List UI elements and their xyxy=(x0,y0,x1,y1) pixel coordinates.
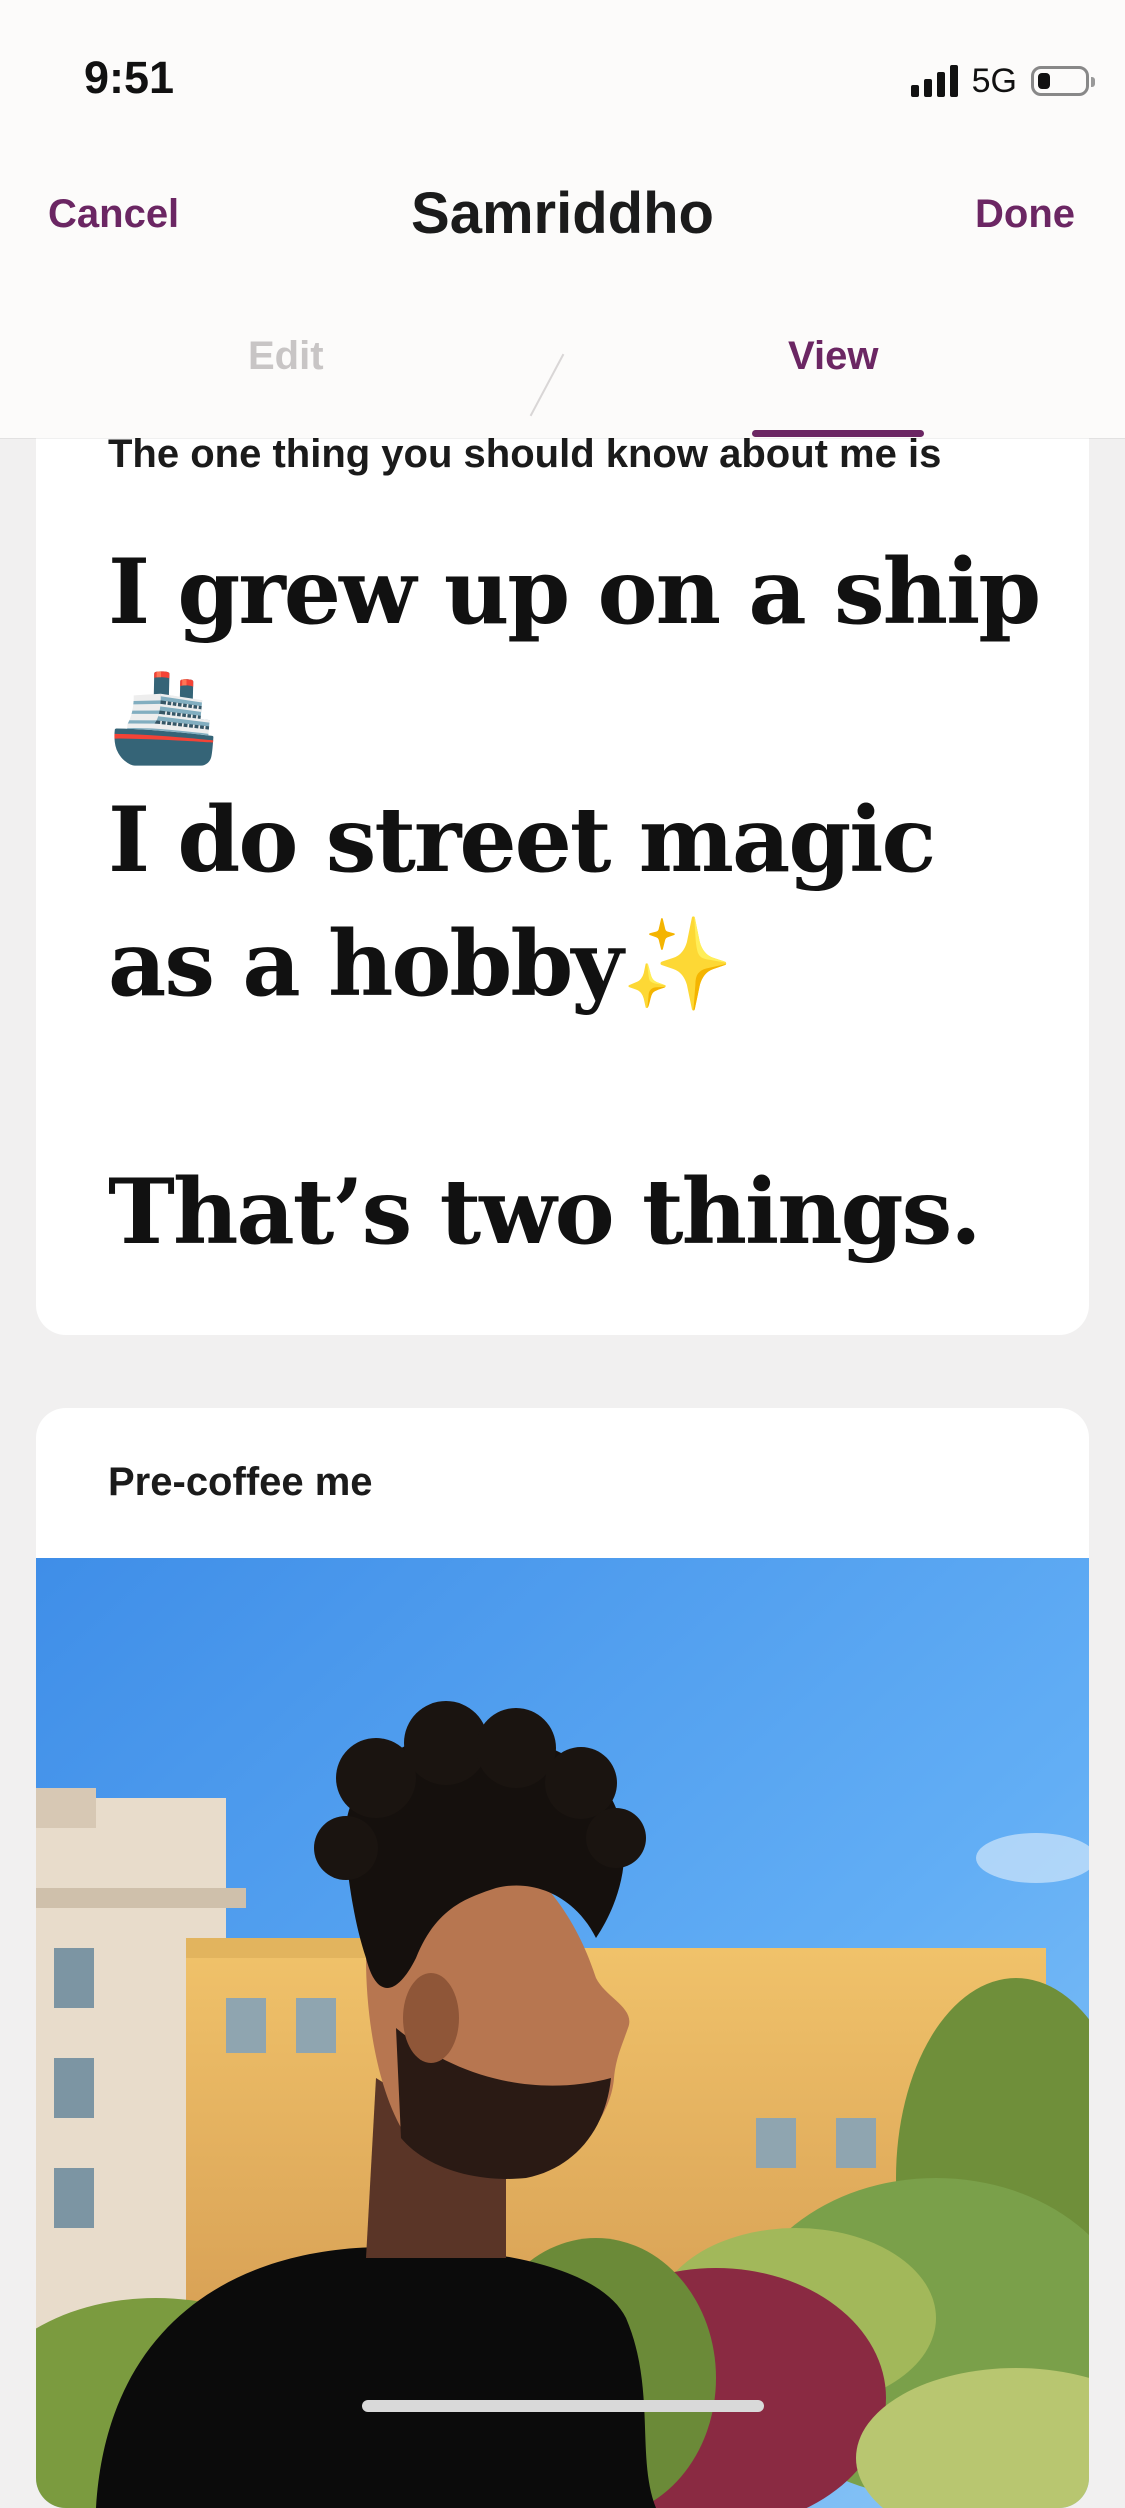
home-indicator xyxy=(362,2400,764,2412)
page-title: Samriddho xyxy=(411,181,714,246)
network-type: 5G xyxy=(971,61,1017,100)
top-bar: 9:51 5G Cancel Samriddho Done Edit View xyxy=(0,0,1125,438)
profile-photo[interactable] xyxy=(36,1558,1089,2508)
photo-card[interactable]: Pre-coffee me xyxy=(36,1408,1089,2508)
prompt-question: The one thing you should know about me i… xyxy=(108,432,942,476)
tab-divider xyxy=(529,353,565,417)
profile-photo-image xyxy=(36,1558,1089,2508)
tab-view[interactable]: View xyxy=(788,334,878,379)
active-tab-indicator xyxy=(752,430,924,437)
status-time: 9:51 xyxy=(84,52,175,103)
prompt-answer: I grew up on a ship 🚢 I do street magic … xyxy=(108,539,1041,1265)
done-button[interactable]: Done xyxy=(975,192,1075,237)
photo-prompt: Pre-coffee me xyxy=(108,1460,373,1504)
status-indicators: 5G xyxy=(910,58,1095,104)
tab-edit[interactable]: Edit xyxy=(248,334,324,379)
battery-icon xyxy=(1031,66,1095,96)
signal-strength-icon xyxy=(910,65,958,97)
prompt-card[interactable]: The one thing you should know about me i… xyxy=(36,380,1089,1335)
